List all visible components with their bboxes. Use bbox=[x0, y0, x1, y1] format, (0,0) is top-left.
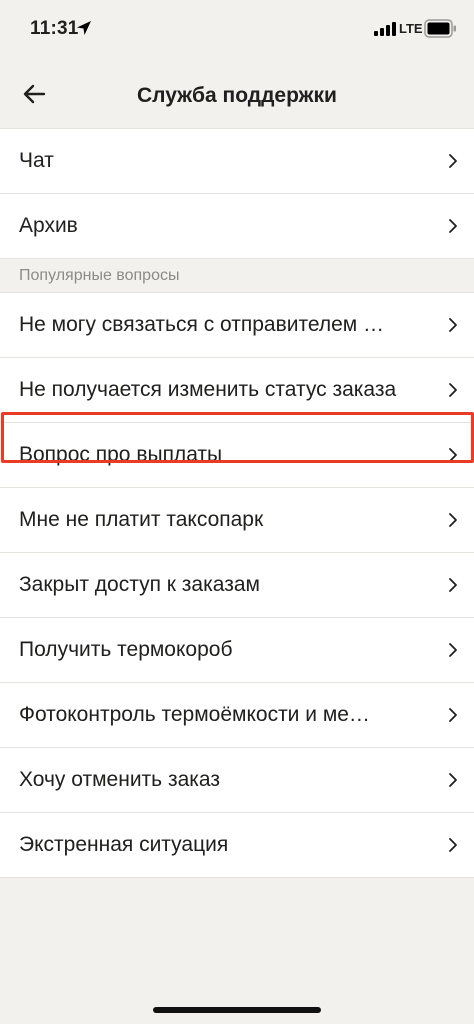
menu-item-label: Чат bbox=[19, 149, 54, 172]
chevron-right-icon bbox=[449, 448, 457, 462]
faq-item-label: Не могу связаться с отправителем … bbox=[19, 313, 385, 336]
faq-item[interactable]: Закрыт доступ к заказам bbox=[0, 552, 474, 617]
faq-item[interactable]: Не могу связаться с отправителем … bbox=[0, 292, 474, 357]
faq-item[interactable]: Мне не платит таксопарк bbox=[0, 487, 474, 552]
support-list: Чат Архив Популярные вопросы Не могу свя… bbox=[0, 128, 474, 878]
faq-item[interactable]: Экстренная ситуация bbox=[0, 812, 474, 877]
chevron-right-icon bbox=[449, 773, 457, 787]
chevron-right-icon bbox=[449, 643, 457, 657]
chevron-right-icon bbox=[449, 578, 457, 592]
faq-item-label: Мне не платит таксопарк bbox=[19, 508, 264, 531]
faq-item[interactable]: Не получается изменить статус заказа bbox=[0, 357, 474, 422]
network-type: LTE bbox=[399, 21, 423, 36]
faq-item-label: Вопрос про выплаты bbox=[19, 443, 223, 466]
faq-item-label: Хочу отменить заказ bbox=[19, 768, 220, 791]
chevron-right-icon bbox=[449, 838, 457, 852]
battery-icon bbox=[424, 19, 456, 38]
status-time: 11:31 bbox=[30, 18, 79, 39]
status-bar: 11:31 LTE bbox=[0, 0, 474, 58]
chevron-right-icon bbox=[449, 219, 457, 233]
home-indicator bbox=[153, 1007, 321, 1013]
page-title: Служба поддержки bbox=[137, 84, 337, 107]
faq-item-label: Фотоконтроль термоёмкости и ме… bbox=[19, 703, 370, 726]
faq-item-label: Получить термокороб bbox=[19, 638, 233, 661]
chevron-right-icon bbox=[449, 513, 457, 527]
signal-icon bbox=[374, 22, 396, 36]
list-divider bbox=[0, 877, 474, 878]
faq-item-payouts[interactable]: Вопрос про выплаты bbox=[0, 422, 474, 487]
chevron-right-icon bbox=[449, 708, 457, 722]
chevron-right-icon bbox=[449, 154, 457, 168]
menu-item-chat[interactable]: Чат bbox=[0, 128, 474, 193]
faq-item-label: Не получается изменить статус заказа bbox=[19, 378, 397, 401]
faq-item-label: Экстренная ситуация bbox=[19, 833, 229, 856]
faq-item[interactable]: Получить термокороб bbox=[0, 617, 474, 682]
section-header-popular: Популярные вопросы bbox=[0, 258, 474, 292]
header-bar: Служба поддержки bbox=[0, 58, 474, 130]
location-arrow-icon bbox=[77, 21, 91, 35]
section-label: Популярные вопросы bbox=[19, 267, 180, 284]
chevron-right-icon bbox=[449, 383, 457, 397]
faq-item-label: Закрыт доступ к заказам bbox=[19, 573, 260, 596]
faq-item[interactable]: Хочу отменить заказ bbox=[0, 747, 474, 812]
chevron-right-icon bbox=[449, 318, 457, 332]
menu-item-label: Архив bbox=[19, 214, 78, 237]
menu-item-archive[interactable]: Архив bbox=[0, 193, 474, 258]
faq-item[interactable]: Фотоконтроль термоёмкости и ме… bbox=[0, 682, 474, 747]
